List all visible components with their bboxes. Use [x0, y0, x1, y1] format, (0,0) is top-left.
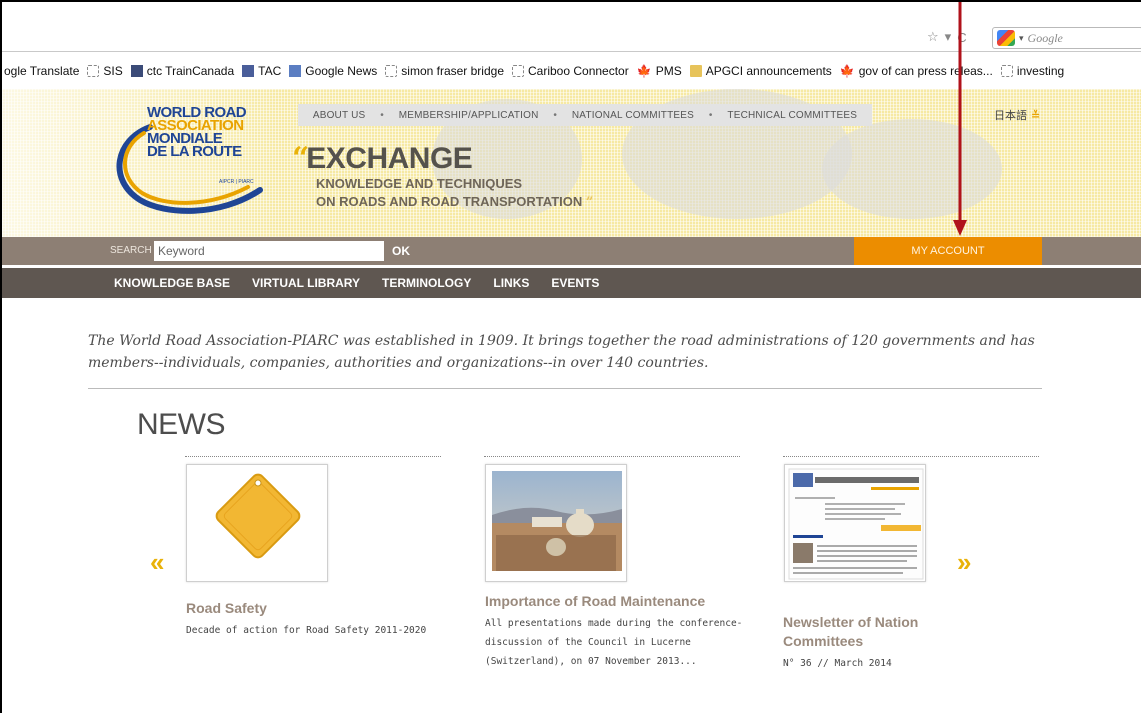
bookmark-label: Google News — [305, 64, 378, 78]
bookmark-item[interactable]: SIS — [87, 64, 123, 78]
news-icon — [289, 65, 302, 77]
news-column-rule — [783, 456, 1039, 457]
my-account-button[interactable]: MY ACCOUNT — [854, 237, 1042, 265]
news-desc-road-safety: Decade of action for Road Safety 2011-20… — [186, 625, 427, 636]
news-column-rule — [484, 456, 740, 457]
bookmark-item[interactable]: APGCI announcements — [689, 64, 832, 78]
nav-events[interactable]: EVENTS — [551, 276, 599, 290]
bookmark-label: Cariboo Connector — [528, 64, 629, 78]
search-engine-box[interactable]: ▾ Google — [992, 27, 1141, 49]
top-navigation: ABOUT US • MEMBERSHIP/APPLICATION • NATI… — [298, 104, 872, 126]
bookmark-item[interactable]: 🍁 PMS — [637, 64, 682, 78]
maple-leaf-icon: 🍁 — [839, 64, 855, 78]
main-navigation: KNOWLEDGE BASE VIRTUAL LIBRARY TERMINOLO… — [2, 268, 1141, 298]
double-chevron-down-icon: ≚ — [1031, 110, 1041, 122]
banner-headline: “EXCHANGE — [292, 141, 473, 176]
nav-links[interactable]: LINKS — [493, 276, 529, 290]
maple-leaf-icon: 🍁 — [636, 64, 652, 78]
bookmark-item[interactable]: investing — [1000, 64, 1065, 78]
news-desc-road-maintenance: All presentations made during the confer… — [485, 618, 743, 667]
news-desc-newsletter: N° 36 // March 2014 — [783, 658, 892, 669]
blank-page-icon — [87, 65, 100, 77]
bookmark-label: investing — [1016, 64, 1065, 78]
news-title-newsletter[interactable]: Newsletter of Nation Committees — [783, 613, 953, 651]
road-safety-sign-icon — [215, 473, 301, 559]
news-next-arrow[interactable]: » — [957, 547, 971, 578]
headline-text: EXCHANGE — [306, 142, 473, 175]
news-title-road-safety[interactable]: Road Safety — [186, 599, 267, 618]
tab-strip-area — [2, 2, 1141, 24]
newsletter-document-icon — [788, 468, 924, 580]
subheadline-line: ON ROADS AND ROAD TRANSPORTATION — [316, 194, 583, 209]
search-engine-placeholder: Google — [1027, 30, 1063, 45]
site-header-banner: ABOUT US • MEMBERSHIP/APPLICATION • NATI… — [2, 89, 1141, 237]
bookmark-label: ogle Translate — [4, 64, 80, 78]
city-photo-image — [492, 471, 622, 571]
nav-terminology[interactable]: TERMINOLOGY — [382, 276, 471, 290]
bookmark-item[interactable]: ctc TrainCanada — [130, 64, 235, 78]
news-column-rule — [185, 456, 441, 457]
search-ok-button[interactable]: OK — [392, 244, 410, 258]
bookmark-label: APGCI announcements — [705, 64, 832, 78]
bookmark-item[interactable]: Cariboo Connector — [512, 64, 629, 78]
bookmark-label: SIS — [103, 64, 123, 78]
tac-icon — [242, 65, 255, 77]
logo-subtext: AIPCR | PIARC — [219, 179, 254, 185]
world-map-shape — [822, 119, 1002, 219]
search-label: SEARCH — [110, 245, 152, 256]
dark-page-icon — [130, 65, 143, 77]
bookmark-label: simon fraser bridge — [401, 64, 504, 78]
bookmarks-bar: ogle Translate SIS ctc TrainCanada TAC G… — [2, 60, 1141, 82]
open-quote-icon: “ — [292, 141, 309, 176]
nav-virtual-library[interactable]: VIRTUAL LIBRARY — [252, 276, 360, 290]
topnav-separator: • — [708, 109, 713, 121]
language-label: 日本語 — [994, 110, 1027, 122]
logo-wordmark: WORLD ROAD ASSOCIATION MONDIALE DE LA RO… — [147, 105, 247, 160]
address-bar-row: ☆ ▾ C ▾ Google — [2, 24, 1141, 52]
banner-subheadline: KNOWLEDGE AND TECHNIQUES ON ROADS AND RO… — [316, 175, 593, 212]
google-logo-icon[interactable] — [997, 30, 1015, 46]
bookmark-item[interactable]: simon fraser bridge — [385, 64, 504, 78]
topnav-separator: • — [380, 109, 384, 121]
search-input[interactable] — [154, 241, 384, 261]
topnav-technical-committees[interactable]: TECHNICAL COMMITTEES — [727, 110, 857, 121]
news-thumbnail-road-safety[interactable] — [186, 464, 328, 582]
bookmark-item[interactable]: Google News — [289, 64, 377, 78]
divider — [88, 388, 1042, 389]
bookmark-item[interactable]: ogle Translate — [4, 64, 79, 78]
news-thumbnail-road-maintenance[interactable] — [485, 464, 627, 582]
blank-page-icon — [1000, 65, 1013, 77]
blank-page-icon — [385, 65, 398, 77]
topnav-membership[interactable]: MEMBERSHIP/APPLICATION — [399, 110, 539, 121]
blank-page-icon — [512, 65, 524, 77]
news-thumbnail-newsletter[interactable] — [784, 464, 926, 582]
intro-paragraph: The World Road Association-PIARC was est… — [88, 333, 1035, 371]
language-selector[interactable]: 日本語 ≚ — [994, 107, 1040, 123]
topnav-national-committees[interactable]: NATIONAL COMMITTEES — [572, 110, 694, 121]
close-quote-icon: ” — [585, 195, 594, 210]
topnav-about-us[interactable]: ABOUT US — [313, 110, 366, 121]
news-prev-arrow[interactable]: « — [150, 547, 164, 578]
bookmark-label: gov of can press releas... — [858, 64, 993, 78]
news-heading: NEWS — [137, 408, 226, 441]
bookmark-label: PMS — [655, 64, 682, 78]
subheadline-line: KNOWLEDGE AND TECHNIQUES — [316, 176, 523, 191]
news-title-road-maintenance[interactable]: Importance of Road Maintenance — [485, 592, 765, 611]
dropdown-icon[interactable]: ▾ — [945, 29, 952, 45]
bookmark-item[interactable]: 🍁 gov of can press releas... — [840, 64, 993, 78]
bookmark-label: TAC — [258, 64, 282, 78]
screenshot-frame: ☆ ▾ C ▾ Google ogle Translate SIS ctc Tr… — [0, 0, 1141, 713]
nav-knowledge-base[interactable]: KNOWLEDGE BASE — [114, 276, 230, 290]
search-dropdown-icon[interactable]: ▾ — [1019, 33, 1024, 44]
bookmark-label: ctc TrainCanada — [146, 64, 235, 78]
logo-line: DE LA ROUTE — [147, 143, 242, 160]
topnav-separator: • — [553, 109, 558, 121]
annotation-arrow-icon — [953, 2, 967, 236]
bookmark-item[interactable]: TAC — [242, 64, 281, 78]
star-bookmark-icon[interactable]: ☆ — [927, 29, 939, 45]
folder-icon — [689, 65, 702, 77]
